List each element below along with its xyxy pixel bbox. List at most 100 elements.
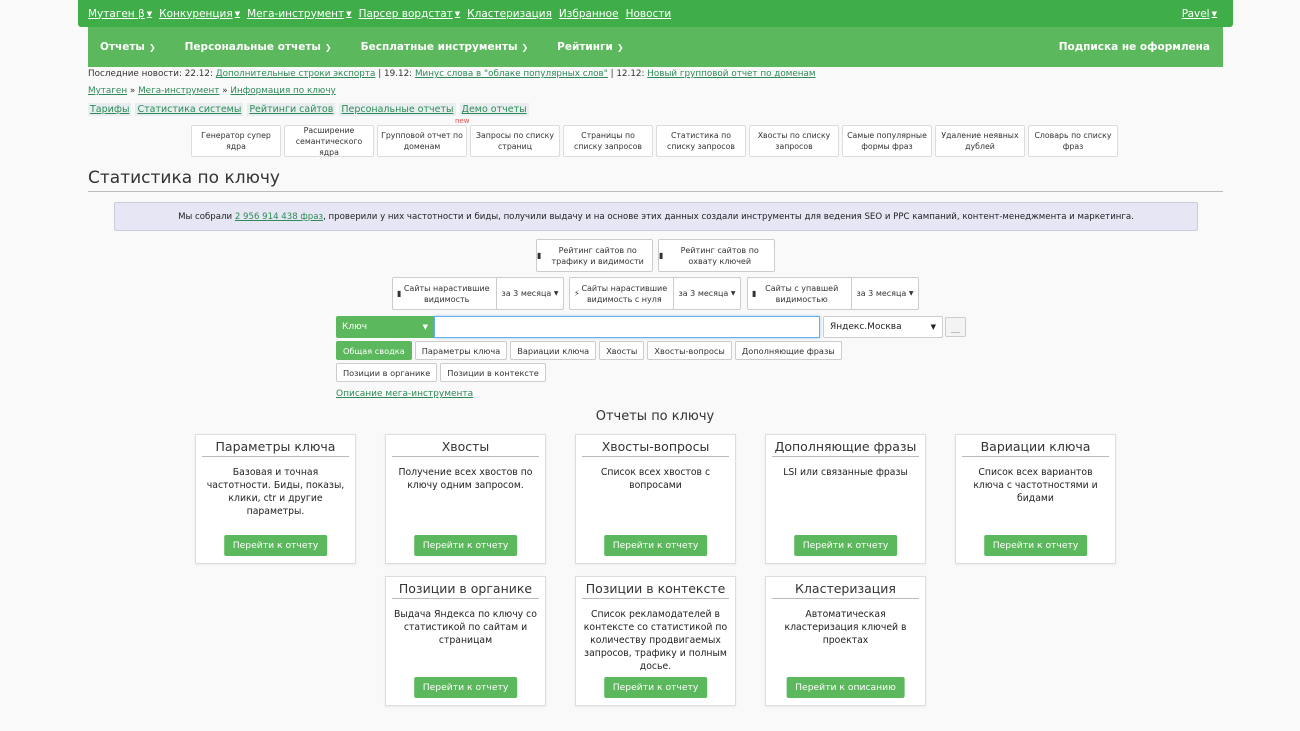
- topbar-item-competition[interactable]: Конкуренция ▼: [159, 8, 240, 20]
- topbar-item-wordstat-parser[interactable]: Парсер вордстат ▼: [359, 8, 461, 20]
- tool-phrase-dictionary[interactable]: Словарь по списку фраз: [1028, 125, 1118, 157]
- topbar-label: Мутаген β: [88, 7, 145, 20]
- tab-demo-reports[interactable]: Демо отчеты: [459, 103, 529, 116]
- nav-reports[interactable]: Отчеты ❯: [100, 41, 156, 53]
- news-link-2[interactable]: Минус слова в "облаке популярных слов": [415, 69, 608, 79]
- open-report-button[interactable]: Перейти к отчету: [983, 535, 1088, 556]
- search-type-label: Ключ: [342, 322, 368, 332]
- visibility-grow-period-dropdown[interactable]: за 3 месяца ▼: [496, 278, 563, 309]
- topbar-item-favorites[interactable]: Избранное: [559, 8, 619, 20]
- bar-chart-icon: ▮: [537, 251, 542, 260]
- visibility-zero-button[interactable]: ⚡ Сайты нарастившие видимость с нуля: [570, 278, 673, 309]
- report-tab-tails[interactable]: Хвосты: [599, 341, 645, 360]
- visibility-drop-period-dropdown[interactable]: за 3 месяца ▼: [851, 278, 918, 309]
- rating-coverage-button[interactable]: ▮ Рейтинг сайтов по охвату ключей: [658, 239, 775, 272]
- card-title: Позиции в органике: [392, 581, 539, 599]
- report-tab-context-positions[interactable]: Позиции в контексте: [440, 363, 546, 382]
- visibility-drop-button[interactable]: ▮ Сайты с упавшей видимостью: [748, 278, 851, 309]
- breadcrumb: Мутаген » Мега-инструмент » Информация п…: [88, 86, 336, 96]
- caret-down-icon: ▼: [908, 290, 914, 297]
- report-card-clustering: Кластеризация Автоматическая кластеризац…: [765, 576, 926, 706]
- open-report-button[interactable]: Перейти к отчету: [603, 677, 708, 698]
- caret-down-icon: ▼: [553, 290, 559, 297]
- tool-tails-by-queries[interactable]: Хвосты по списку запросов: [749, 125, 839, 157]
- open-report-button[interactable]: Перейти к отчету: [603, 535, 708, 556]
- open-report-button[interactable]: Перейти к отчету: [413, 677, 518, 698]
- card-title: Хвосты-вопросы: [582, 439, 729, 457]
- main-navbar: Отчеты ❯ Персональные отчеты ❯ Бесплатные …: [88, 27, 1223, 67]
- report-tab-related-phrases[interactable]: Дополняющие фразы: [734, 341, 842, 360]
- chevron-down-icon: ❯: [521, 42, 529, 52]
- card-description: Список всех вариантов ключа с частотност…: [973, 467, 1098, 504]
- breadcrumb-key-info[interactable]: Информация по ключу: [230, 86, 335, 96]
- page-title: Статистика по ключу: [88, 168, 280, 188]
- nav-personal-reports[interactable]: Персональные отчеты ❯: [185, 41, 332, 53]
- mega-tool-description-link[interactable]: Описание мега-инструмента: [336, 389, 473, 399]
- report-tab-key-params[interactable]: Параметры ключа: [414, 341, 508, 360]
- info-text-post: , проверили у них частотности и биды, по…: [323, 211, 1134, 222]
- topbar-item-mutagen[interactable]: Мутаген β ▼: [88, 8, 152, 20]
- tool-super-core-generator[interactable]: Генератор супер ядра: [191, 125, 281, 157]
- chevron-down-icon: ▼: [346, 9, 352, 18]
- nav-free-tools[interactable]: Бесплатные инструменты ❯: [361, 41, 529, 53]
- search-type-dropdown[interactable]: Ключ ▼: [336, 316, 434, 338]
- report-tab-tail-questions[interactable]: Хвосты-вопросы: [647, 341, 732, 360]
- chevron-down-icon: ▼: [454, 9, 461, 18]
- tool-semantic-core-expansion[interactable]: Расширение семантического ядра: [284, 125, 374, 157]
- report-tab-organic-positions[interactable]: Позиции в органике: [336, 363, 438, 382]
- visibility-grow-group: ▮ Сайты нарастившие видимость за 3 месяца…: [392, 277, 564, 310]
- tab-personal-reports[interactable]: Персональные отчеты: [339, 103, 456, 116]
- caret-down-icon: ▼: [730, 290, 736, 297]
- visibility-zero-label: Сайты нарастившие видимость с нуля: [581, 283, 668, 304]
- tool-popular-phrase-forms[interactable]: Самые популярные формы фраз: [842, 125, 932, 157]
- search-submit-button[interactable]: ⎼: [945, 317, 966, 337]
- open-report-button[interactable]: Перейти к отчету: [413, 535, 518, 556]
- tab-site-ratings[interactable]: Рейтинги сайтов: [247, 103, 336, 116]
- topbar-item-clustering[interactable]: Кластеризация: [467, 8, 552, 20]
- tab-system-stats[interactable]: Статистика системы: [135, 103, 244, 116]
- breadcrumb-mutagen[interactable]: Мутаген: [88, 86, 127, 96]
- nav-label: Персональные отчеты: [184, 41, 321, 53]
- topbar-item-mega-tool[interactable]: Мега-инструмент ▼: [247, 8, 351, 20]
- report-tab-summary[interactable]: Общая сводка: [336, 341, 412, 360]
- report-card-key-variations: Вариации ключа Список всех вариантов клю…: [955, 434, 1116, 564]
- open-report-button[interactable]: Перейти к отчету: [223, 535, 328, 556]
- news-date-2: | 19.12:: [378, 69, 413, 79]
- report-tab-key-variations[interactable]: Вариации ключа: [510, 341, 597, 360]
- tool-stats-by-queries[interactable]: Статистика по списку запросов: [656, 125, 746, 157]
- report-card-tails: Хвосты Получение всех хвостов по ключу о…: [385, 434, 546, 564]
- report-card-organic-positions: Позиции в органике Выдача Яндекса по клю…: [385, 576, 546, 706]
- user-menu[interactable]: Pavel ▼: [1182, 8, 1217, 20]
- open-description-button[interactable]: Перейти к описанию: [786, 677, 905, 698]
- rating-traffic-button[interactable]: ▮ Рейтинг сайтов по трафику и видимости: [536, 239, 653, 272]
- bar-chart-icon: ▮: [659, 251, 664, 260]
- card-title: Дополняющие фразы: [772, 439, 919, 457]
- tab-tariffs[interactable]: Тарифы: [88, 103, 132, 116]
- news-date-3: | 12.12:: [610, 69, 645, 79]
- open-report-button[interactable]: Перейти к отчету: [793, 535, 898, 556]
- nav-ratings[interactable]: Рейтинги ❯: [557, 41, 623, 53]
- report-card-related-phrases: Дополняющие фразы LSI или связанные фраз…: [765, 434, 926, 564]
- news-link-1[interactable]: Дополнительные строки экспорта: [216, 69, 376, 79]
- news-link-3[interactable]: Новый групповой отчет по доменам: [647, 69, 815, 79]
- visibility-grow-button[interactable]: ▮ Сайты нарастившие видимость: [393, 278, 496, 309]
- rating-coverage-label: Рейтинг сайтов по охвату ключей: [680, 245, 759, 266]
- title-divider: [88, 191, 1223, 192]
- phrase-count-link[interactable]: 2 956 914 438 фраз: [235, 212, 323, 222]
- tool-pages-by-queries[interactable]: Страницы по списку запросов: [563, 125, 653, 157]
- visibility-zero-period-dropdown[interactable]: за 3 месяца ▼: [673, 278, 740, 309]
- card-description: Список рекламодателей в контексте со ста…: [583, 609, 728, 672]
- tool-group-domain-report[interactable]: Групповой отчет по доменам: [377, 125, 467, 157]
- nav-subscription[interactable]: Подписка не оформлена: [1059, 41, 1210, 53]
- card-description: Автоматическая кластеризация ключей в пр…: [784, 609, 907, 646]
- tool-remove-duplicates[interactable]: Удаление неявных дублей: [935, 125, 1025, 157]
- card-description: LSI или связанные фразы: [783, 467, 908, 478]
- card-description: Получение всех хвостов по ключу одним за…: [398, 467, 533, 491]
- breadcrumb-mega-tool[interactable]: Мега-инструмент: [138, 86, 219, 96]
- region-dropdown[interactable]: Яндекс.Москва ▼: [823, 316, 943, 338]
- chevron-down-icon: ▼: [146, 9, 153, 18]
- keyword-input[interactable]: [434, 316, 820, 338]
- tool-queries-by-pages[interactable]: Запросы по списку страниц: [470, 125, 560, 157]
- info-text-pre: Мы собрали: [178, 211, 233, 222]
- topbar-item-news[interactable]: Новости: [626, 8, 672, 20]
